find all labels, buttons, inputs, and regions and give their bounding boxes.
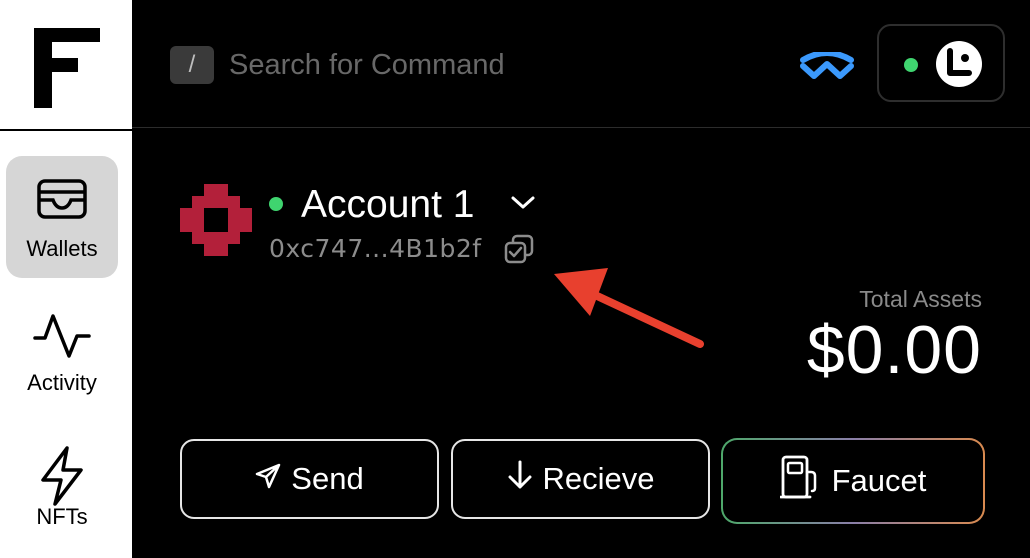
total-assets-value: $0.00 — [806, 312, 982, 388]
avatar — [936, 41, 982, 87]
activity-icon — [6, 312, 118, 362]
receive-button-label: Recieve — [542, 461, 655, 496]
sidebar-item-label: NFTs — [36, 504, 88, 529]
faucet-button-label: Faucet — [831, 463, 927, 498]
sidebar-item-activity[interactable]: Activity — [6, 290, 118, 412]
send-button-label: Send — [291, 461, 364, 496]
header-divider — [132, 127, 1030, 128]
send-button[interactable]: Send — [180, 439, 439, 519]
copy-icon[interactable] — [504, 234, 534, 269]
sidebar-item-label: Wallets — [26, 236, 98, 261]
sidebar-item-nfts[interactable]: NFTs — [6, 424, 118, 546]
chevron-down-icon[interactable] — [510, 192, 536, 217]
lightning-icon — [6, 446, 118, 506]
account-address: 0xc747...4B1b2f — [269, 234, 482, 263]
annotation-arrow-icon — [550, 262, 710, 357]
account-status-dot — [269, 197, 283, 211]
sidebar: Wallets Activity NFTs — [0, 0, 132, 558]
command-shortcut-key: / — [170, 46, 214, 84]
total-assets-label: Total Assets — [859, 286, 982, 312]
account-menu-button[interactable] — [877, 24, 1005, 102]
command-search-input[interactable]: Search for Command — [229, 46, 505, 84]
send-icon — [255, 461, 281, 497]
wallet-icon — [6, 178, 118, 228]
app-logo[interactable] — [0, 0, 132, 131]
arrow-down-icon — [507, 460, 533, 498]
sidebar-item-wallets[interactable]: Wallets — [6, 156, 118, 278]
logo-f-icon — [34, 28, 100, 108]
account-identicon — [180, 184, 252, 261]
account-name[interactable]: Account 1 — [301, 181, 474, 229]
faucet-button[interactable]: Faucet — [721, 438, 985, 524]
sidebar-item-label: Activity — [27, 370, 97, 395]
receive-button[interactable]: Recieve — [451, 439, 710, 519]
fuel-pump-icon — [779, 454, 820, 508]
connection-status-dot — [904, 58, 918, 72]
walletconnect-icon[interactable] — [799, 50, 855, 85]
